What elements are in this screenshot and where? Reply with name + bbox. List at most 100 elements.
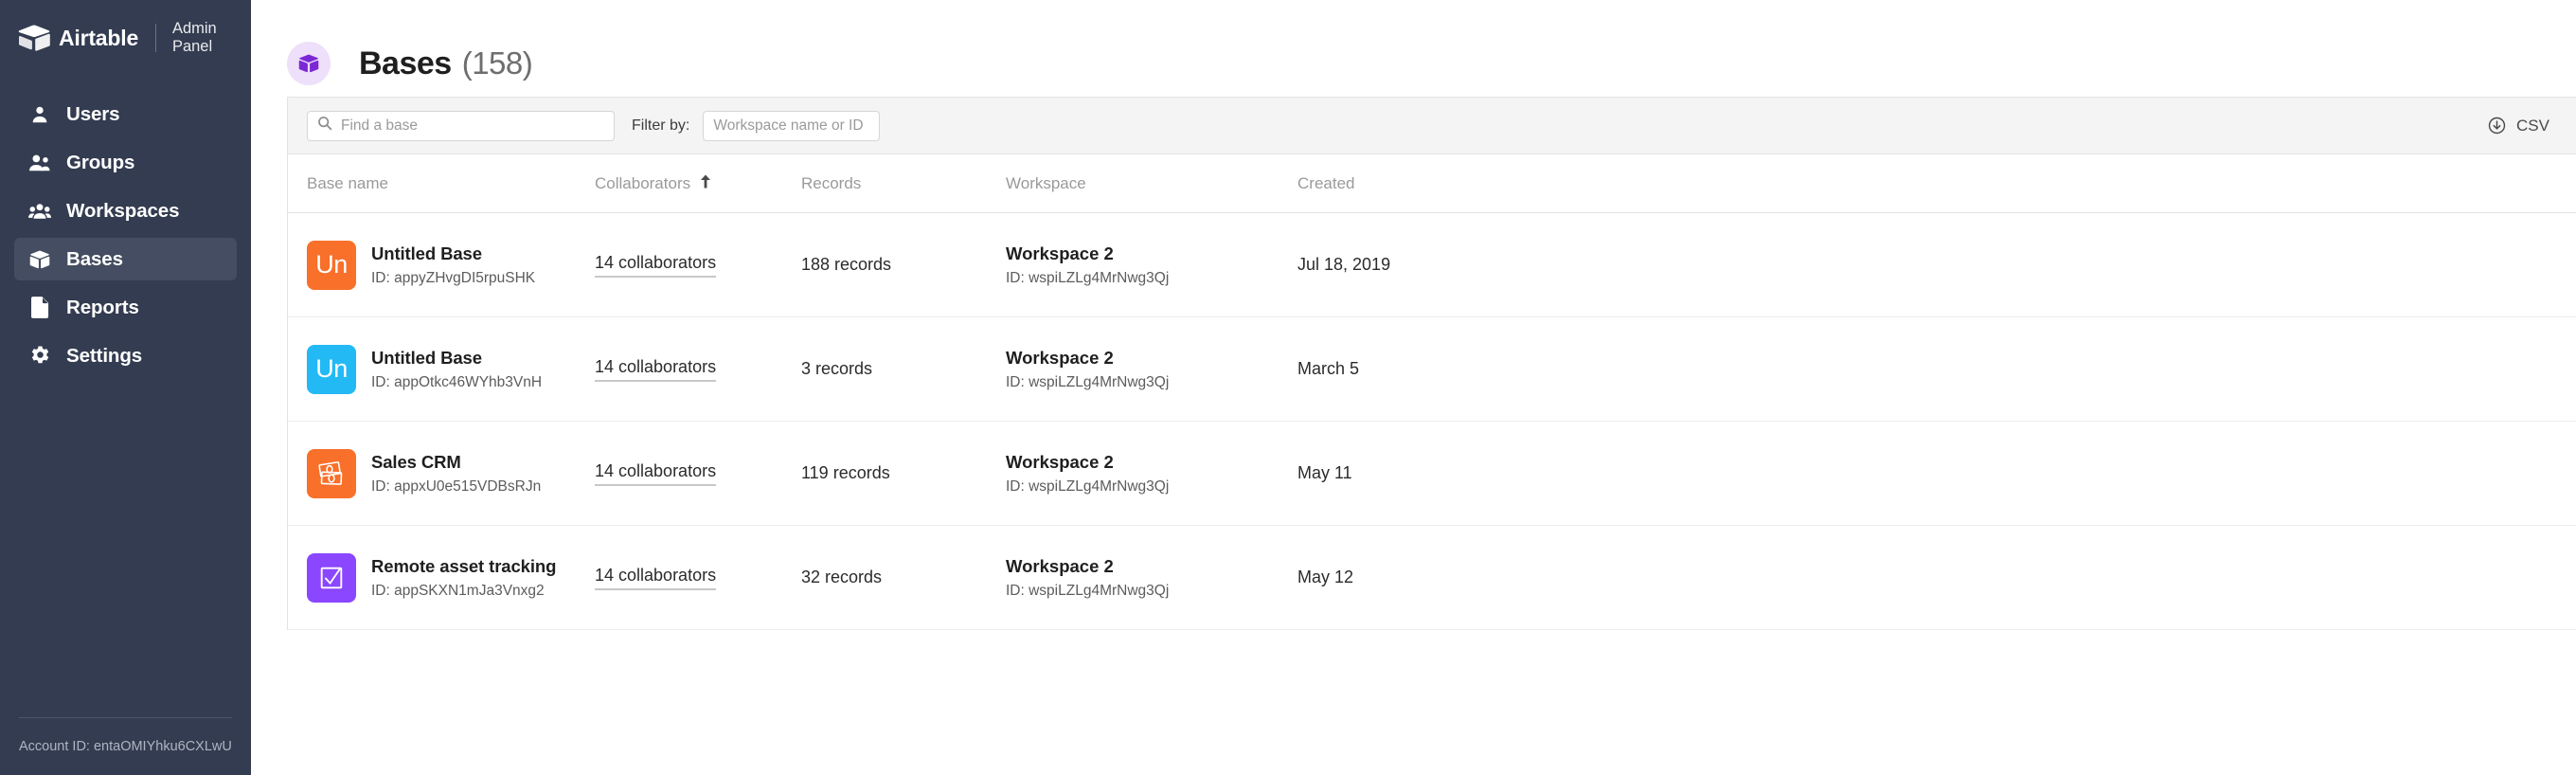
workspace-id: ID: wspiLZLg4MrNwg3Qj	[1006, 373, 1170, 390]
workspace-id: ID: wspiLZLg4MrNwg3Qj	[1006, 269, 1170, 286]
base-id: ID: appyZHvgDI5rpuSHK	[371, 269, 536, 286]
page-title-text: Bases	[359, 45, 452, 81]
collaborators-cell: 14 collaborators	[595, 253, 801, 278]
gear-icon	[28, 345, 51, 368]
brand-subtitle: Admin Panel	[171, 20, 217, 55]
workspace-name: Workspace 2	[1006, 555, 1114, 576]
filter-label: Filter by:	[632, 117, 690, 134]
brand-name: Airtable	[59, 25, 139, 50]
sidebar-item-label: Users	[66, 102, 120, 125]
sidebar-item-settings[interactable]: Settings	[14, 334, 237, 377]
base-name-cell: Un Untitled Base ID: appyZHvgDI5rpuSHK	[307, 240, 595, 290]
table-row[interactable]: Sales CRM ID: appxU0e515VDBsRJn 14 colla…	[288, 422, 2576, 526]
sidebar-item-label: Workspaces	[66, 199, 180, 222]
page-count: (158)	[461, 45, 533, 81]
created-cell: March 5	[1297, 359, 1360, 378]
workspace-cell: Workspace 2 ID: wspiLZLg4MrNwg3Qj	[1006, 243, 1297, 287]
created-cell: Jul 18, 2019	[1297, 255, 1391, 274]
collaborators-link[interactable]: 14 collaborators	[595, 357, 717, 382]
search-box[interactable]	[307, 110, 615, 141]
records-cell: 32 records	[801, 568, 883, 586]
column-label: Collaborators	[595, 173, 691, 192]
base-icon-text: Un	[315, 354, 348, 383]
workspace-filter-input[interactable]	[713, 117, 870, 135]
page-title: Bases (158)	[359, 45, 533, 82]
sidebar-item-groups[interactable]: Groups	[14, 141, 237, 184]
base-id: ID: appSKXN1mJa3Vnxg2	[371, 582, 545, 599]
sidebar-footer: Account ID: entaOMIYhku6CXLwU	[0, 717, 251, 775]
table-toolbar: Filter by: CSV	[288, 98, 2576, 154]
sidebar-item-label: Reports	[66, 296, 139, 318]
base-text: Remote asset tracking ID: appSKXN1mJa3Vn…	[371, 556, 556, 600]
workspace-id: ID: wspiLZLg4MrNwg3Qj	[1006, 582, 1170, 599]
sidebar-item-label: Groups	[66, 151, 135, 173]
column-label: Base name	[307, 173, 388, 192]
page-badge	[287, 42, 331, 85]
brand-header: Airtable Admin Panel	[0, 0, 251, 76]
export-csv-label: CSV	[2516, 116, 2549, 135]
column-header-base-name[interactable]: Base name	[307, 174, 595, 193]
export-csv-button[interactable]: CSV	[2488, 117, 2549, 135]
collaborators-cell: 14 collaborators	[595, 461, 801, 486]
page-header: Bases (158)	[251, 0, 2576, 97]
base-monogram-icon: Un	[307, 344, 356, 394]
column-header-created[interactable]: Created	[1297, 174, 1544, 193]
column-label: Workspace	[1006, 173, 1086, 192]
base-name: Untitled Base	[371, 347, 482, 368]
column-header-workspace[interactable]: Workspace	[1006, 174, 1297, 193]
workspace-name: Workspace 2	[1006, 243, 1114, 263]
download-icon	[2488, 117, 2506, 135]
column-header-records[interactable]: Records	[801, 174, 1006, 193]
base-id: ID: appxU0e515VDBsRJn	[371, 478, 542, 495]
collaborators-link[interactable]: 14 collaborators	[595, 566, 717, 590]
collaborators-cell: 14 collaborators	[595, 357, 801, 382]
collaborators-cell: 14 collaborators	[595, 566, 801, 590]
column-label: Created	[1297, 173, 1355, 192]
base-text: Untitled Base ID: appOtkc46WYhb3VnH	[371, 348, 542, 391]
created-cell: May 11	[1297, 463, 1352, 482]
money-icon	[307, 448, 356, 498]
sidebar-item-users[interactable]: Users	[14, 93, 237, 135]
base-name-cell: Remote asset tracking ID: appSKXN1mJa3Vn…	[307, 552, 595, 603]
sidebar: Airtable Admin Panel Users Groups Worksp…	[0, 0, 251, 775]
base-name: Untitled Base	[371, 243, 482, 263]
base-name: Remote asset tracking	[371, 555, 557, 576]
base-name: Sales CRM	[371, 451, 461, 472]
collaborators-link[interactable]: 14 collaborators	[595, 461, 717, 486]
airtable-logo-icon	[18, 25, 50, 51]
cube-icon	[28, 248, 51, 271]
sidebar-item-reports[interactable]: Reports	[14, 286, 237, 329]
created-cell: May 12	[1297, 568, 1354, 586]
account-id: Account ID: entaOMIYhku6CXLwU	[19, 739, 232, 754]
sort-asc-arrow-icon	[700, 174, 711, 193]
sidebar-item-bases[interactable]: Bases	[14, 238, 237, 280]
collaborators-link[interactable]: 14 collaborators	[595, 253, 717, 278]
sidebar-item-workspaces[interactable]: Workspaces	[14, 189, 237, 232]
base-icon-text: Un	[315, 250, 348, 279]
table-row[interactable]: Remote asset tracking ID: appSKXN1mJa3Vn…	[288, 526, 2576, 630]
table-row[interactable]: Un Untitled Base ID: appOtkc46WYhb3VnH 1…	[288, 317, 2576, 422]
table-row[interactable]: Un Untitled Base ID: appyZHvgDI5rpuSHK 1…	[288, 213, 2576, 317]
sidebar-item-label: Settings	[66, 344, 143, 367]
workspace-cell: Workspace 2 ID: wspiLZLg4MrNwg3Qj	[1006, 348, 1297, 391]
column-header-collaborators[interactable]: Collaborators	[595, 174, 801, 193]
base-monogram-icon: Un	[307, 240, 356, 290]
group-icon	[28, 200, 51, 223]
workspace-cell: Workspace 2 ID: wspiLZLg4MrNwg3Qj	[1006, 452, 1297, 496]
base-text: Untitled Base ID: appyZHvgDI5rpuSHK	[371, 243, 535, 287]
workspace-cell: Workspace 2 ID: wspiLZLg4MrNwg3Qj	[1006, 556, 1297, 600]
person-icon	[28, 103, 51, 126]
main-content: Bases (158) Filter by:	[251, 0, 2576, 775]
brand-divider	[155, 24, 156, 52]
sidebar-nav: Users Groups Workspaces Bases Reports Se…	[0, 93, 251, 383]
filter-box[interactable]	[703, 110, 881, 141]
people-icon	[28, 152, 51, 174]
admin-panel-app: Airtable Admin Panel Users Groups Worksp…	[0, 0, 2576, 775]
checkbox-icon	[307, 552, 356, 603]
cube-icon	[298, 53, 319, 74]
search-input[interactable]	[341, 117, 604, 135]
table-header-row: Base name Collaborators Records Workspac…	[288, 154, 2576, 213]
base-id: ID: appOtkc46WYhb3VnH	[371, 373, 543, 390]
workspace-id: ID: wspiLZLg4MrNwg3Qj	[1006, 478, 1170, 495]
base-name-cell: Un Untitled Base ID: appOtkc46WYhb3VnH	[307, 344, 595, 394]
